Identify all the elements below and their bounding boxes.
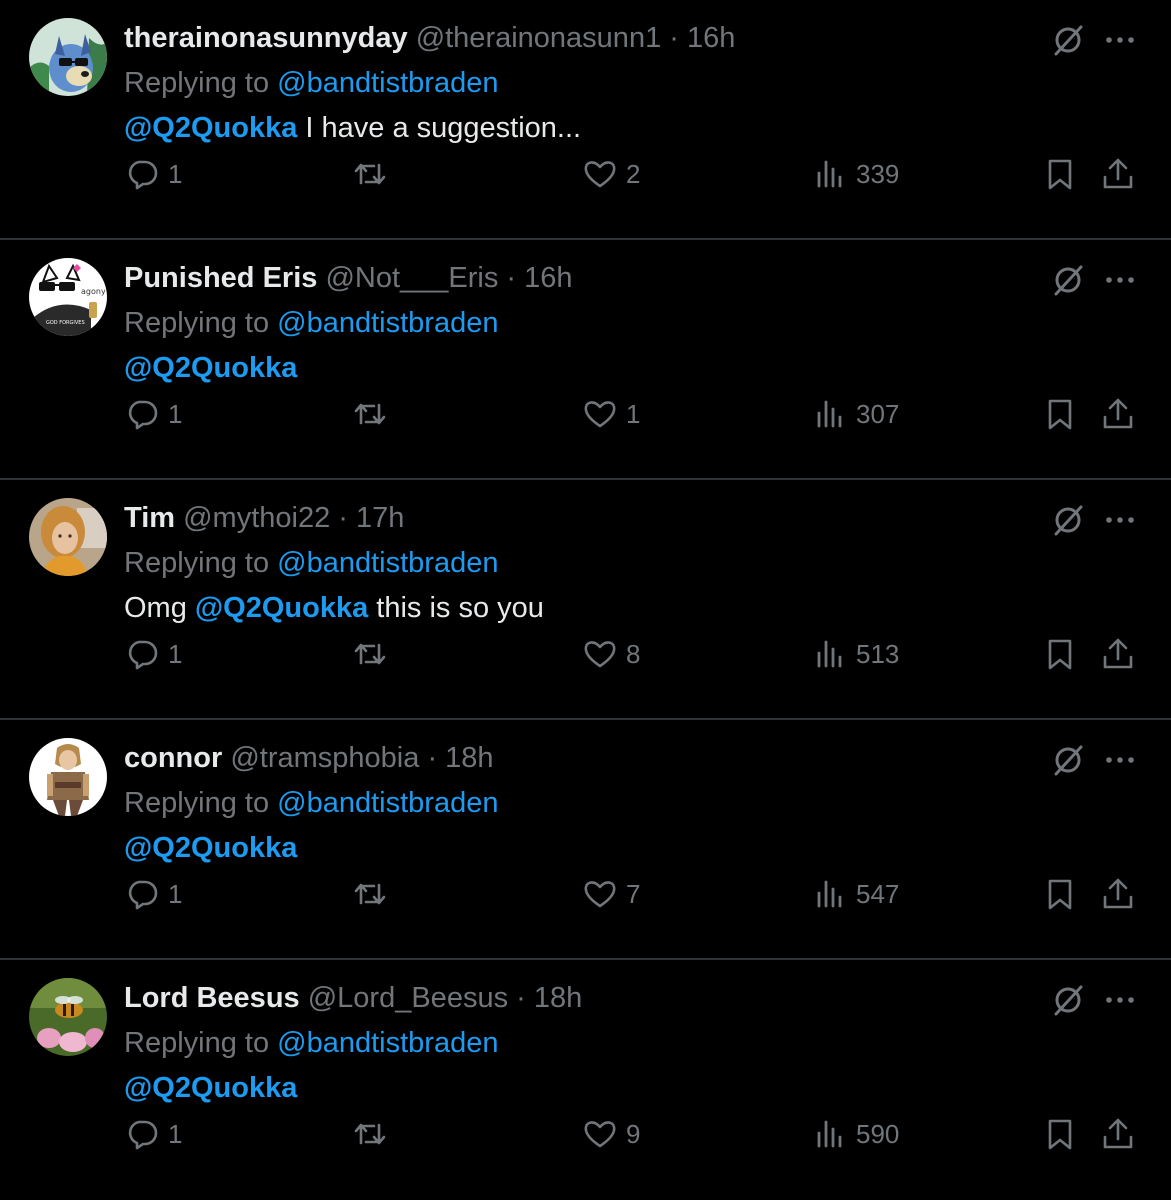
share-icon bbox=[1100, 636, 1136, 672]
share-button[interactable] bbox=[1100, 392, 1136, 436]
action-bar: 1 9 590 bbox=[0, 960, 1171, 1200]
bookmark-icon bbox=[1042, 396, 1078, 432]
bookmark-icon bbox=[1042, 156, 1078, 192]
action-bar: 1 2 339 bbox=[0, 0, 1171, 238]
repost-icon bbox=[352, 396, 388, 432]
share-button[interactable] bbox=[1100, 632, 1136, 676]
share-icon bbox=[1100, 1116, 1136, 1152]
share-icon bbox=[1100, 396, 1136, 432]
views-icon bbox=[812, 156, 848, 192]
share-button[interactable] bbox=[1100, 872, 1136, 916]
like-count: 8 bbox=[626, 638, 641, 669]
repost-button[interactable] bbox=[352, 1112, 396, 1156]
bookmark-icon bbox=[1042, 876, 1078, 912]
reply-icon bbox=[124, 636, 160, 672]
like-button[interactable]: 1 bbox=[582, 392, 640, 436]
share-button[interactable] bbox=[1100, 1112, 1136, 1156]
views-button[interactable]: 513 bbox=[812, 632, 899, 676]
views-button[interactable]: 547 bbox=[812, 872, 899, 916]
views-icon bbox=[812, 396, 848, 432]
reply-item[interactable]: GOD FORGIVES agony Punished Eris @Not___… bbox=[0, 240, 1171, 480]
share-button[interactable] bbox=[1100, 152, 1136, 196]
like-button[interactable]: 8 bbox=[582, 632, 640, 676]
share-icon bbox=[1100, 876, 1136, 912]
like-button[interactable]: 2 bbox=[582, 152, 640, 196]
repost-button[interactable] bbox=[352, 392, 396, 436]
views-button[interactable]: 307 bbox=[812, 392, 899, 436]
views-icon bbox=[812, 1116, 848, 1152]
repost-icon bbox=[352, 1116, 388, 1152]
view-count: 590 bbox=[856, 1118, 900, 1149]
like-icon bbox=[582, 876, 618, 912]
like-icon bbox=[582, 396, 618, 432]
repost-icon bbox=[352, 636, 388, 672]
like-count: 9 bbox=[626, 1118, 641, 1149]
reply-button[interactable]: 1 bbox=[124, 392, 182, 436]
reply-item[interactable]: connor @tramsphobia · 18h Replying to @b… bbox=[0, 720, 1171, 960]
view-count: 307 bbox=[856, 398, 900, 429]
repost-icon bbox=[352, 156, 388, 192]
action-bar: 1 1 307 bbox=[0, 240, 1171, 478]
reply-item[interactable]: Tim @mythoi22 · 17h Replying to @bandtis… bbox=[0, 480, 1171, 720]
bookmark-button[interactable] bbox=[1042, 872, 1078, 916]
action-bar: 1 7 547 bbox=[0, 720, 1171, 958]
reply-button[interactable]: 1 bbox=[124, 1112, 182, 1156]
reply-count: 1 bbox=[168, 398, 183, 429]
repost-button[interactable] bbox=[352, 152, 396, 196]
reply-count: 1 bbox=[168, 1118, 183, 1149]
bookmark-button[interactable] bbox=[1042, 1112, 1078, 1156]
reply-icon bbox=[124, 396, 160, 432]
view-count: 513 bbox=[856, 638, 900, 669]
reply-icon bbox=[124, 876, 160, 912]
repost-button[interactable] bbox=[352, 632, 396, 676]
like-button[interactable]: 7 bbox=[582, 872, 640, 916]
bookmark-icon bbox=[1042, 636, 1078, 672]
bookmark-button[interactable] bbox=[1042, 152, 1078, 196]
repost-icon bbox=[352, 876, 388, 912]
like-count: 7 bbox=[626, 878, 641, 909]
action-bar: 1 8 513 bbox=[0, 480, 1171, 718]
view-count: 339 bbox=[856, 158, 900, 189]
view-count: 547 bbox=[856, 878, 900, 909]
bookmark-button[interactable] bbox=[1042, 392, 1078, 436]
reply-count: 1 bbox=[168, 878, 183, 909]
share-icon bbox=[1100, 156, 1136, 192]
reply-count: 1 bbox=[168, 158, 183, 189]
reply-item[interactable]: therainonasunnyday @therainonasunn1 · 16… bbox=[0, 0, 1171, 240]
reply-button[interactable]: 1 bbox=[124, 152, 182, 196]
reply-item[interactable]: Lord Beesus @Lord_Beesus · 18h Replying … bbox=[0, 960, 1171, 1200]
like-icon bbox=[582, 1116, 618, 1152]
reply-button[interactable]: 1 bbox=[124, 872, 182, 916]
like-button[interactable]: 9 bbox=[582, 1112, 640, 1156]
bookmark-button[interactable] bbox=[1042, 632, 1078, 676]
views-button[interactable]: 590 bbox=[812, 1112, 899, 1156]
like-count: 1 bbox=[626, 398, 641, 429]
views-icon bbox=[812, 636, 848, 672]
like-count: 2 bbox=[626, 158, 641, 189]
like-icon bbox=[582, 156, 618, 192]
reply-count: 1 bbox=[168, 638, 183, 669]
reply-icon bbox=[124, 156, 160, 192]
bookmark-icon bbox=[1042, 1116, 1078, 1152]
reply-button[interactable]: 1 bbox=[124, 632, 182, 676]
views-icon bbox=[812, 876, 848, 912]
reply-icon bbox=[124, 1116, 160, 1152]
like-icon bbox=[582, 636, 618, 672]
views-button[interactable]: 339 bbox=[812, 152, 899, 196]
repost-button[interactable] bbox=[352, 872, 396, 916]
